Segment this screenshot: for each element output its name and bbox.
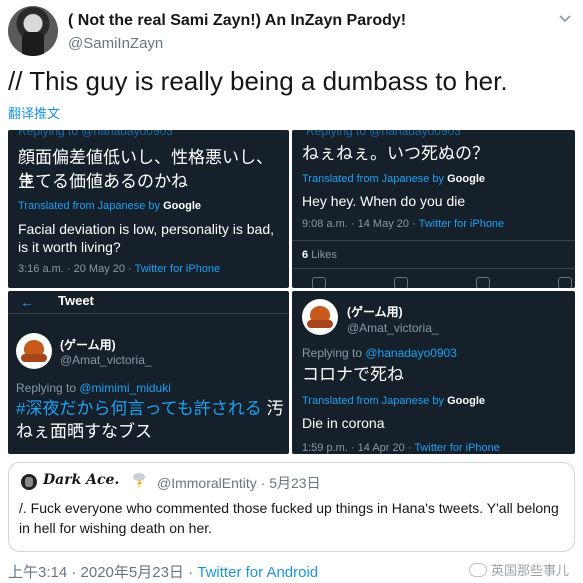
user-avatar[interactable] (16, 333, 52, 369)
translation-credit: Translated from Japanese by Google (18, 200, 202, 212)
japanese-text-line1: #深夜だから何言っても許される 汚 (16, 399, 284, 418)
retweet-icon[interactable] (394, 277, 408, 288)
user-name[interactable]: (ゲーム用) (60, 336, 116, 353)
tweet-timestamp: 上午3:14 · 2020年5月23日 · Twitter for Androi… (8, 564, 319, 581)
google-logo: Google (447, 395, 486, 407)
japanese-text: ねぇねぇ。いつ死ぬの？ (302, 144, 489, 163)
replying-to: Replying to @mimimi_miduki (16, 381, 171, 395)
divider (8, 313, 289, 314)
action-bar (312, 277, 572, 288)
chevron-down-icon[interactable] (557, 10, 573, 26)
divider (292, 240, 575, 241)
tweet-body: // This guy is really being a dumbass to… (8, 66, 508, 96)
japanese-text-line2: きてる価値あるのかね (18, 172, 188, 191)
watermark-text: 英国那些事儿 (490, 563, 569, 578)
user-avatar[interactable] (302, 299, 338, 335)
english-translation-line1: Facial deviation is low, personality is … (18, 221, 275, 237)
tweet-header: ( Not the real Sami Zayn!) An InZayn Par… (8, 6, 575, 60)
hashtag-link: #深夜だから何言っても許される (16, 399, 262, 418)
author-handle[interactable]: @SamiInZayn (68, 35, 163, 52)
wechat-icon (468, 562, 487, 577)
user-name[interactable]: (ゲーム用) (347, 303, 403, 320)
mention-link: @mimimi_miduki (79, 381, 171, 395)
google-logo: Google (163, 200, 202, 212)
source-link[interactable]: Twitter for Android (197, 564, 318, 581)
mention-link: @hanadayo0903 (365, 346, 457, 360)
timestamp: 9:08 a.m. · 14 May 20 · Twitter for iPho… (302, 218, 505, 230)
screenshot-bottom-right[interactable]: (ゲーム用) @Amat_victoria_ Replying to @hana… (292, 291, 575, 454)
share-icon[interactable] (558, 277, 572, 288)
replying-to: Replying to @hanadayo0903 (302, 346, 457, 360)
quoted-tweet-text: /. Fuck everyone who commented those fuc… (19, 500, 559, 536)
tweet-view-header: ← Tweet (8, 291, 289, 311)
quoted-user-avatar (21, 474, 37, 490)
reply-icon[interactable] (312, 277, 326, 288)
screenshot-top-left[interactable]: Replying to @hanadayo0903 顔面偏差値低いし、性格悪いし… (8, 130, 289, 288)
translation-credit: Translated from Japanese by Google (302, 173, 486, 185)
english-translation: Hey hey. When do you die (302, 193, 466, 209)
likes-count: 6 Likes (302, 249, 337, 261)
author-avatar[interactable] (8, 6, 58, 56)
tweet-view-title: Tweet (58, 293, 94, 308)
quoted-user-handle: @ImmoralEntity · 5月23日 (157, 475, 321, 491)
translation-credit: Translated from Japanese by Google (302, 395, 486, 407)
divider (292, 268, 575, 269)
back-arrow-icon[interactable]: ← (20, 294, 34, 310)
user-handle[interactable]: @Amat_victoria_ (60, 353, 152, 367)
user-handle[interactable]: @Amat_victoria_ (347, 321, 439, 335)
reply-header-cut: Replying to @hanadayo0903 (18, 130, 173, 138)
japanese-text-line2: ねぇ面晒すなブス (16, 422, 152, 441)
like-icon[interactable] (476, 277, 490, 288)
english-translation-line2: is it worth living? (18, 239, 121, 255)
english-translation: Die in corona (302, 415, 385, 431)
screenshot-bottom-left[interactable]: ← Tweet (ゲーム用) @Amat_victoria_ Replying … (8, 291, 289, 454)
translate-tweet-link[interactable]: 翻译推文 (8, 103, 60, 122)
timestamp: 3:16 a.m. · 20 May 20 · Twitter for iPho… (18, 263, 221, 275)
watermark: 英国那些事儿 (468, 560, 569, 579)
google-logo: Google (447, 173, 486, 185)
quoted-tweet[interactable]: Dark Ace. @ImmoralEntity · 5月23日 /. Fuck… (8, 462, 575, 552)
author-display-name[interactable]: ( Not the real Sami Zayn!) An InZayn Par… (68, 12, 406, 30)
timestamp: 1:59 p.m. · 14 Apr 20 · Twitter for iPho… (302, 442, 500, 454)
japanese-text: コロナで死ね (302, 365, 404, 384)
attached-image-grid[interactable]: Replying to @hanadayo0903 顔面偏差値低いし、性格悪いし… (8, 130, 575, 454)
screenshot-top-right[interactable]: Replying to @hanadayo0903 ねぇねぇ。いつ死ぬの？ Tr… (292, 130, 575, 288)
reply-header-cut: Replying to @hanadayo0903 (306, 130, 461, 138)
lightning-cloud-emoji-icon (133, 473, 145, 488)
quoted-user-name: Dark Ace. (43, 472, 120, 488)
